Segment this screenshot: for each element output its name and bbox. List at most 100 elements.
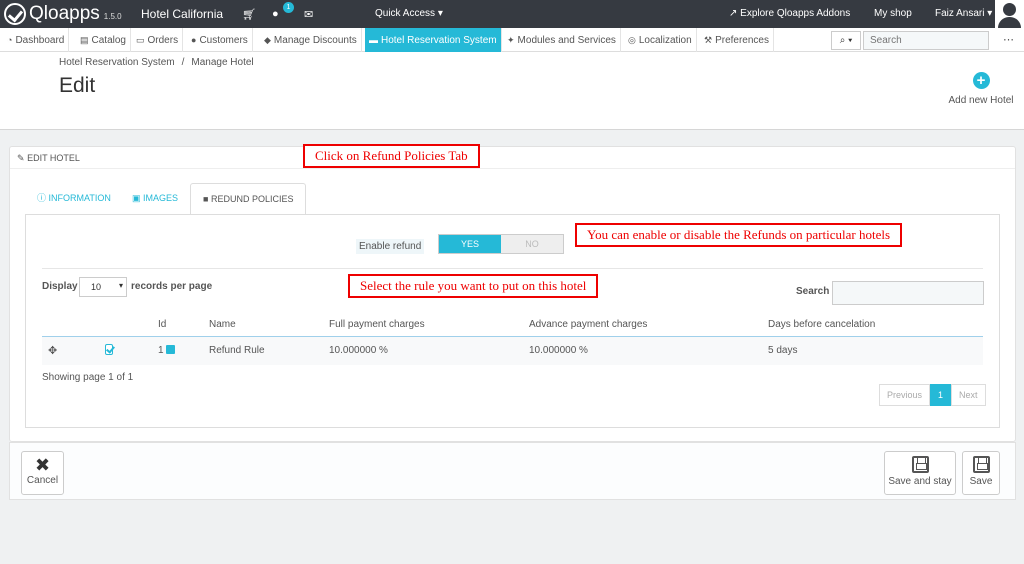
notification-badge: 1 <box>283 2 294 13</box>
annotation-rule-hint: Select the rule you want to put on this … <box>348 274 599 298</box>
edit-icon[interactable] <box>165 345 175 355</box>
info-icon: ⓘ <box>37 193 47 203</box>
bed-icon: ▬ <box>369 35 378 45</box>
more-options-icon[interactable]: ⋯ <box>1003 33 1014 46</box>
avatar[interactable] <box>995 0 1024 28</box>
nav-item-hotel-reservation-system[interactable]: ▬ Hotel Reservation System <box>365 28 502 52</box>
explore-addons-link[interactable]: ↗ Explore Qloapps Addons <box>729 8 850 19</box>
save-and-stay-label: Save and stay <box>888 476 952 487</box>
search-type-button[interactable]: ⌕ ▾ <box>831 31 861 50</box>
breadcrumb-separator: / <box>181 57 185 68</box>
pagination-page[interactable]: 1 <box>930 384 952 406</box>
nav-item-catalog[interactable]: ▤ Catalog <box>76 28 131 52</box>
image-icon: ▣ <box>132 193 141 203</box>
id-cell: 1 <box>158 336 209 365</box>
toggle-no[interactable]: NO <box>501 235 563 253</box>
my-shop-link[interactable]: My shop <box>874 8 912 19</box>
col-select <box>80 314 158 337</box>
pagination-next[interactable]: Next <box>951 384 986 406</box>
tab-refund-policies[interactable]: ■ Redund Policies <box>190 183 307 215</box>
save-icon <box>911 456 929 473</box>
col-advance-payment[interactable]: Advance payment charges <box>529 314 768 337</box>
tab-information[interactable]: ⓘ Information <box>25 183 123 215</box>
row-id: 1 <box>158 345 164 357</box>
annotation-tab-hint: Click on Refund Policies Tab <box>303 144 480 168</box>
row-full-payment: 10.000000 % <box>329 336 529 365</box>
nav-label: Modules and Services <box>517 35 616 46</box>
row-checkbox[interactable] <box>105 343 113 355</box>
nav-label: Preferences <box>715 35 769 46</box>
tab-label: Information <box>48 193 111 203</box>
enable-refund-toggle[interactable]: YES NO <box>438 234 564 254</box>
nav-item-dashboard[interactable]: ◔ Dashboard <box>3 28 70 52</box>
search-icon: ⌕ <box>839 35 846 46</box>
pencil-icon: ✎ <box>17 153 25 163</box>
caret-down-icon: ▾ <box>118 281 123 290</box>
nav-item-localization[interactable]: ◎ Localization <box>624 28 697 52</box>
caret-down-icon: ▾ <box>848 35 853 46</box>
cart-icon[interactable]: 🛒︎ <box>242 8 256 21</box>
save-button[interactable]: Save <box>962 451 1000 495</box>
col-name[interactable]: Name <box>209 314 329 337</box>
per-page-value: 10 <box>91 282 102 292</box>
select-cell[interactable] <box>80 336 158 365</box>
add-new-hotel-button[interactable]: + Add new Hotel <box>946 72 1016 106</box>
col-id[interactable]: Id <box>158 314 209 337</box>
nav-label: Catalog <box>91 35 126 46</box>
version-label: 1.5.0 <box>103 12 122 21</box>
save-and-stay-button[interactable]: Save and stay <box>884 451 956 495</box>
user-name: Faiz Ansari <box>935 8 985 19</box>
file-icon: ■ <box>203 194 209 204</box>
plus-circle-icon: + <box>972 72 990 89</box>
main-nav: ◔ Dashboard ▤ Catalog ▭ Orders ● Customers ◆… <box>0 28 1024 52</box>
nav-item-orders[interactable]: ▭ Orders <box>132 28 184 52</box>
breadcrumb-item[interactable]: Hotel Reservation System <box>59 57 175 68</box>
pagination-previous[interactable]: Previous <box>879 384 931 406</box>
row-days-before: 5 days <box>768 336 983 365</box>
nav-label: Orders <box>147 35 179 46</box>
toggle-yes[interactable]: YES <box>439 235 501 253</box>
quick-access-label: Quick Access <box>375 8 436 19</box>
nav-item-modules-and-services[interactable]: ✦ Modules and Services <box>503 28 621 52</box>
envelope-icon[interactable]: ✉ <box>304 8 313 21</box>
col-full-payment[interactable]: Full payment charges <box>329 314 529 337</box>
nav-item-manage-discounts[interactable]: ◆ Manage Discounts <box>260 28 362 52</box>
nav-item-preferences[interactable]: ⚒ Preferences <box>700 28 774 52</box>
cancel-button[interactable]: ✖ Cancel <box>21 451 64 495</box>
tab-images[interactable]: ▣ Images <box>120 183 190 215</box>
search-input[interactable] <box>863 31 989 50</box>
breadcrumb-item[interactable]: Manage Hotel <box>191 57 253 68</box>
checkbox-wrap <box>80 343 113 358</box>
quick-access-dropdown[interactable]: Quick Access ▾ <box>375 8 443 19</box>
display-label: Display <box>42 281 78 292</box>
wrench-icon: ⚒ <box>704 35 713 45</box>
qloapps-logo[interactable]: Qloapps 1.5.0 <box>4 3 122 25</box>
table-search-input[interactable] <box>832 281 984 305</box>
col-days-before[interactable]: Days before cancelation <box>768 314 983 337</box>
pagination-info: Showing page 1 of 1 <box>42 372 134 383</box>
row-advance-payment: 10.000000 % <box>529 336 768 365</box>
tag-icon: ◆ <box>264 35 271 45</box>
per-page-select[interactable]: 10 ▾ <box>79 277 127 297</box>
shop-name-link[interactable]: Hotel California <box>141 7 223 21</box>
caret-down-icon: ▾ <box>987 8 993 19</box>
pagination: Previous 1 Next <box>879 384 986 406</box>
move-icon[interactable]: ✥ <box>42 345 57 357</box>
nav-label: Manage Discounts <box>273 35 357 46</box>
table-row[interactable]: ✥ 1 Refund Rule 10.000000 % 10.000000 % … <box>42 336 983 365</box>
nav-item-customers[interactable]: ● Customers <box>187 28 253 52</box>
credit-card-icon: ▭ <box>136 35 145 45</box>
tab-label: Redund Policies <box>210 194 294 204</box>
nav-label: Dashboard <box>15 35 65 46</box>
table-header-row: Id Name Full payment charges Advance pay… <box>42 314 983 337</box>
link-icon: ↗ <box>729 8 738 19</box>
col-move <box>42 314 80 337</box>
add-new-label: Add new Hotel <box>948 95 1014 106</box>
puzzle-icon: ✦ <box>507 35 515 45</box>
search-label: Search <box>796 286 830 297</box>
save-label: Save <box>969 476 993 487</box>
drag-cell[interactable]: ✥ <box>42 336 80 365</box>
customer-icon[interactable]: ● <box>272 8 279 20</box>
brand-name: Qloapps <box>29 3 100 24</box>
user-menu[interactable]: Faiz Ansari ▾ <box>935 8 992 19</box>
